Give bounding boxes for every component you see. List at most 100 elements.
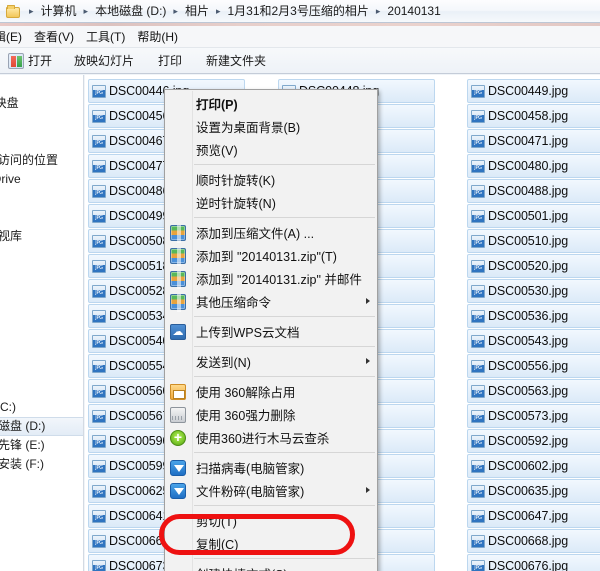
context-menu-item-label: 使用 360解除占用 xyxy=(196,386,296,400)
context-menu-item[interactable]: 其他压缩命令 xyxy=(165,290,377,313)
sidebar-item[interactable]: 影视库 xyxy=(0,227,83,246)
sidebar-item-label: 地磁盘 (D:) xyxy=(0,419,46,433)
sidebar-item[interactable]: 络 xyxy=(0,474,83,493)
file-list-item[interactable]: JPG DSC00563.jpg xyxy=(467,379,600,403)
file-column-3[interactable]: JPG DSC00449.jpg JPG DSC00458.jpg JPG DSC0047… xyxy=(467,79,600,571)
menu-help[interactable]: 帮助(H) xyxy=(135,27,188,47)
file-list-item[interactable]: JPG DSC00480.jpg xyxy=(467,154,600,178)
breadcrumb-segment[interactable]: 20140131 xyxy=(384,3,443,20)
sidebar-item-label: eDrive xyxy=(0,172,21,186)
file-list-item[interactable]: JPG DSC00573.jpg xyxy=(467,404,600,428)
context-menu-item[interactable]: 顺时针旋转(K) xyxy=(165,168,377,191)
file-list-item[interactable]: JPG DSC00488.jpg xyxy=(467,179,600,203)
context-menu-item[interactable]: 添加到 "20140131.zip" 并邮件 xyxy=(165,267,377,290)
toolbar-slideshow-button[interactable]: 放映幻灯片 xyxy=(74,50,158,72)
jpg-file-icon: JPG xyxy=(92,384,106,398)
sidebar-item[interactable]: U快盘 xyxy=(0,94,83,113)
breadcrumb-segment[interactable]: 1月31和2月3号压缩的相片 xyxy=(224,3,371,20)
toolbar-open-button[interactable]: 打开 xyxy=(28,50,74,72)
context-menu-item[interactable]: 逆时针旋转(N) xyxy=(165,191,377,214)
folder-360-icon xyxy=(170,384,186,400)
sidebar-item[interactable]: eDrive xyxy=(0,170,83,189)
context-menu-item[interactable]: 添加到 "20140131.zip"(T) xyxy=(165,244,377,267)
context-menu-item[interactable]: 设置为桌面背景(B) xyxy=(165,115,377,138)
context-menu-item[interactable]: 预览(V) xyxy=(165,138,377,161)
file-name-label: DSC00488.jpg xyxy=(488,184,569,198)
context-menu-item[interactable]: 添加到压缩文件(A) ... xyxy=(165,221,377,244)
sidebar-item[interactable] xyxy=(0,208,83,227)
context-menu-item[interactable]: 复制(C) xyxy=(165,532,377,555)
sidebar-item-label: 优先锋 (E:) xyxy=(0,438,45,452)
sidebar-item[interactable]: 件安装 (F:) xyxy=(0,455,83,474)
sidebar-item[interactable]: 乐 xyxy=(0,113,83,132)
menu-view[interactable]: 查看(V) xyxy=(32,27,84,47)
file-name-label: DSC00449.jpg xyxy=(488,84,569,98)
file-name-label: DSC00602.jpg xyxy=(488,459,569,473)
context-menu-item[interactable]: 剪切(T) xyxy=(165,509,377,532)
sidebar-item[interactable] xyxy=(0,322,83,341)
file-list-item[interactable]: JPG DSC00635.jpg xyxy=(467,479,600,503)
file-list-item[interactable]: JPG DSC00510.jpg xyxy=(467,229,600,253)
sidebar-item[interactable]: 片 xyxy=(0,265,83,284)
jpg-file-icon: JPG xyxy=(92,259,106,273)
file-name-label: DSC00647.jpg xyxy=(488,509,569,523)
context-menu-item[interactable]: 打印(P) xyxy=(165,92,377,115)
sidebar-item[interactable]: 组 xyxy=(0,341,83,360)
sidebar-item[interactable]: 机 xyxy=(0,379,83,398)
file-list-item[interactable]: JPG DSC00543.jpg xyxy=(467,329,600,353)
file-list-item[interactable]: JPG DSC00530.jpg xyxy=(467,279,600,303)
breadcrumb[interactable]: ▸ 计算机 ▸ 本地磁盘 (D:) ▸ 相片 ▸ 1月31和2月3号压缩的相片 ▸ 2014013… xyxy=(25,3,444,20)
file-list-item[interactable]: JPG DSC00676.jpg xyxy=(467,554,600,571)
breadcrumb-segment[interactable]: 计算机 xyxy=(38,3,80,20)
360-shield-icon xyxy=(170,428,186,447)
file-list-item[interactable]: JPG DSC00668.jpg xyxy=(467,529,600,553)
context-menu-item[interactable]: 使用360进行木马云查杀 xyxy=(165,426,377,449)
address-bar[interactable]: ▸ 计算机 ▸ 本地磁盘 (D:) ▸ 相片 ▸ 1月31和2月3号压缩的相片 ▸ 2014013… xyxy=(0,0,600,23)
sidebar-item[interactable]: 近访问的位置 xyxy=(0,151,83,170)
context-menu-item-label: 设置为桌面背景(B) xyxy=(196,121,301,135)
file-list-item[interactable]: JPG DSC00647.jpg xyxy=(467,504,600,528)
breadcrumb-separator: ▸ xyxy=(173,5,178,16)
sidebar-item[interactable]: 频 xyxy=(0,246,83,265)
file-list-item[interactable]: JPG DSC00471.jpg xyxy=(467,129,600,153)
context-menu-item[interactable]: 文件粉碎(电脑管家) xyxy=(165,479,377,502)
navigation-pane[interactable]: 类U快盘乐面近访问的位置eDrive库影视库频片档乐组机7 (C:)地磁盘 (D… xyxy=(0,75,84,571)
breadcrumb-segment[interactable]: 本地磁盘 (D:) xyxy=(92,3,169,20)
context-menu-item[interactable]: 发送到(N) xyxy=(165,350,377,373)
sidebar-item[interactable]: 档 xyxy=(0,284,83,303)
jpg-file-icon: JPG xyxy=(92,109,106,123)
sidebar-item[interactable]: 类 xyxy=(0,75,83,94)
sidebar-item[interactable]: 7 (C:) xyxy=(0,398,83,417)
menu-tools[interactable]: 工具(T) xyxy=(84,27,135,47)
context-menu[interactable]: 打印(P) 设置为桌面背景(B) 预览(V) 顺时针旋转(K) 逆时针旋转(N) 添加到压… xyxy=(164,89,378,571)
sidebar-item-label: U快盘 xyxy=(0,96,19,110)
context-menu-item[interactable]: 上传到WPS云文档 xyxy=(165,320,377,343)
context-menu-item-label: 发送到(N) xyxy=(196,356,251,370)
sidebar-item[interactable]: 面 xyxy=(0,132,83,151)
breadcrumb-segment[interactable]: 相片 xyxy=(182,3,212,20)
sidebar-item[interactable]: 乐 xyxy=(0,303,83,322)
context-menu-item[interactable]: 创建快捷方式(S) xyxy=(165,562,377,571)
file-list-item[interactable]: JPG DSC00592.jpg xyxy=(467,429,600,453)
file-list-item[interactable]: JPG DSC00536.jpg xyxy=(467,304,600,328)
file-list-item[interactable]: JPG DSC00556.jpg xyxy=(467,354,600,378)
menu-edit[interactable]: 辑(E) xyxy=(0,27,32,47)
file-list-item[interactable]: JPG DSC00602.jpg xyxy=(467,454,600,478)
context-menu-separator xyxy=(194,164,375,165)
toolbar-new-folder-button[interactable]: 新建文件夹 xyxy=(206,50,277,72)
toolbar-print-button[interactable]: 打印 xyxy=(158,50,206,72)
sidebar-item[interactable] xyxy=(0,360,83,379)
context-menu-item[interactable]: 扫描病毒(电脑管家) xyxy=(165,456,377,479)
sidebar-item[interactable]: 库 xyxy=(0,189,83,208)
file-name-label: DSC00543.jpg xyxy=(488,334,569,348)
sidebar-item[interactable]: 地磁盘 (D:) xyxy=(0,417,83,436)
file-list-item[interactable]: JPG DSC00520.jpg xyxy=(467,254,600,278)
file-list-item[interactable]: JPG DSC00458.jpg xyxy=(467,104,600,128)
jpg-file-icon: JPG xyxy=(92,134,106,148)
context-menu-item[interactable]: 使用 360解除占用 xyxy=(165,380,377,403)
jpg-file-icon: JPG xyxy=(92,534,106,548)
file-list-item[interactable]: JPG DSC00501.jpg xyxy=(467,204,600,228)
context-menu-item[interactable]: 使用 360强力删除 xyxy=(165,403,377,426)
sidebar-item[interactable]: 优先锋 (E:) xyxy=(0,436,83,455)
file-list-item[interactable]: JPG DSC00449.jpg xyxy=(467,79,600,103)
